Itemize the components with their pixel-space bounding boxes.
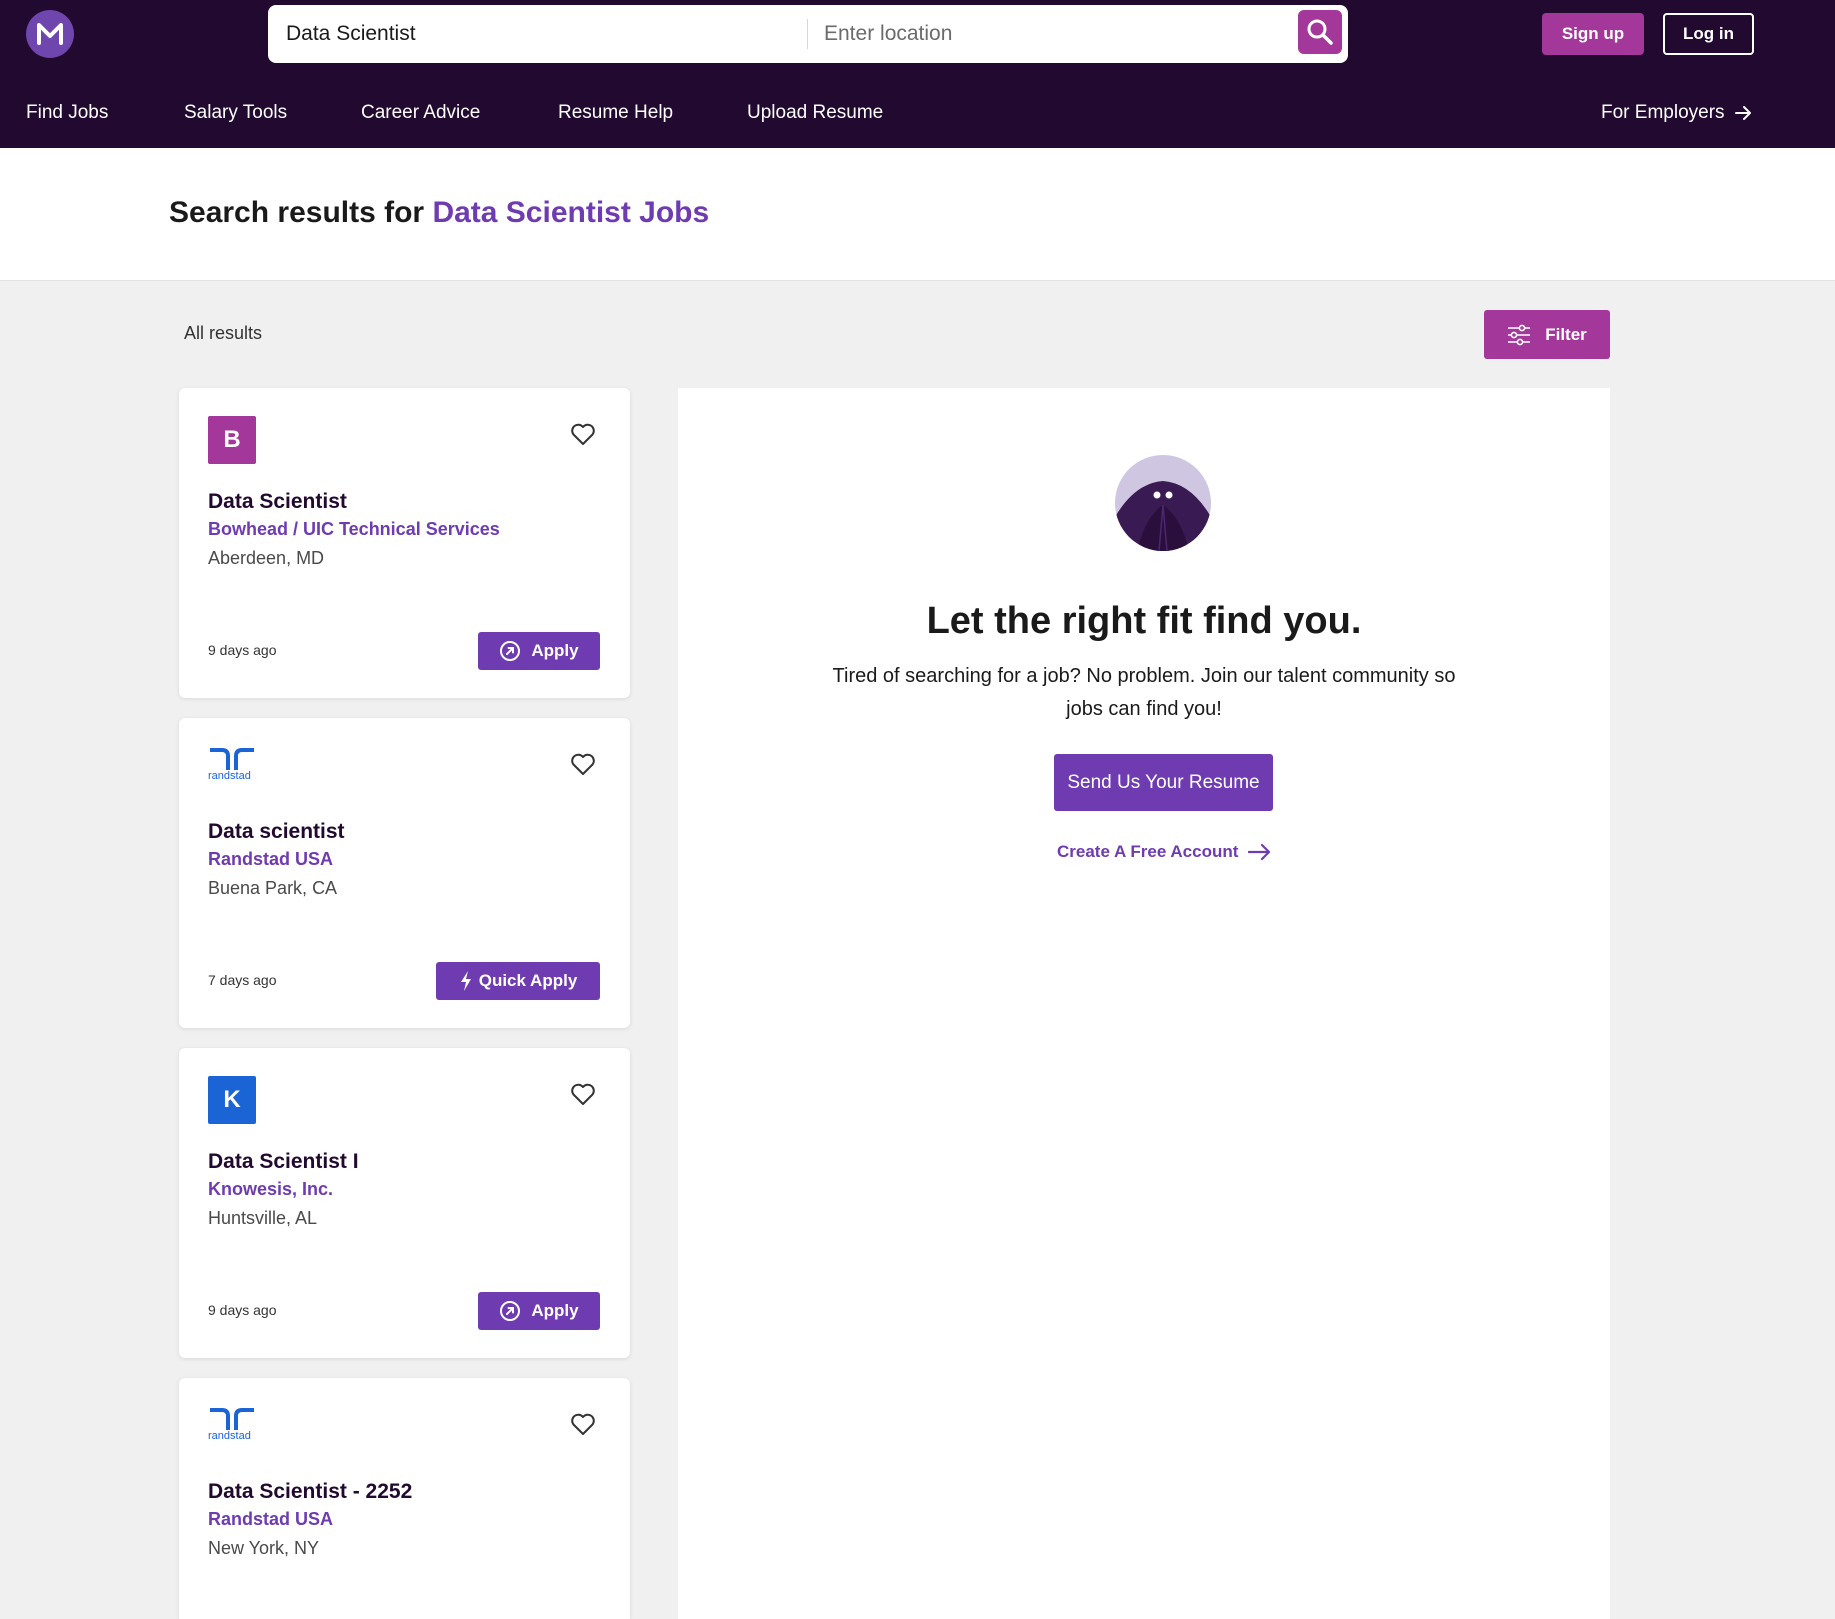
- heart-icon[interactable]: [569, 1080, 597, 1108]
- heart-icon[interactable]: [569, 420, 597, 448]
- job-title[interactable]: Data Scientist: [208, 490, 347, 514]
- search-bar: [268, 5, 1348, 63]
- randstad-logo-icon: [210, 748, 254, 770]
- nav-upload-resume[interactable]: Upload Resume: [747, 102, 883, 124]
- nav-for-employers[interactable]: For Employers: [1601, 102, 1753, 124]
- keyword-input[interactable]: [286, 15, 786, 53]
- create-account-label: Create A Free Account: [1057, 842, 1239, 861]
- apply-button[interactable]: Apply: [478, 632, 600, 670]
- search-divider: [807, 19, 808, 49]
- company-name[interactable]: Knowesis, Inc.: [208, 1179, 333, 1200]
- arrow-right-icon: [1248, 843, 1271, 861]
- randstad-logo-icon: [210, 1408, 254, 1430]
- nav-find-jobs[interactable]: Find Jobs: [26, 102, 108, 124]
- external-link-icon: [500, 1301, 521, 1321]
- heart-icon[interactable]: [569, 1410, 597, 1438]
- job-card[interactable]: randstad Data scientist Randstad USA Bue…: [179, 718, 630, 1028]
- site-header: Sign up Log in Find Jobs Salary Tools Ca…: [0, 0, 1835, 148]
- for-employers-label: For Employers: [1601, 102, 1725, 123]
- log-in-button[interactable]: Log in: [1663, 13, 1754, 55]
- nav-salary-tools[interactable]: Salary Tools: [184, 102, 287, 124]
- sign-up-button[interactable]: Sign up: [1542, 13, 1644, 55]
- quick-apply-button[interactable]: Quick Apply: [436, 962, 600, 1000]
- company-name[interactable]: Randstad USA: [208, 849, 333, 870]
- posted-date: 9 days ago: [208, 1302, 277, 1318]
- promo-heading: Let the right fit find you.: [926, 600, 1362, 642]
- mascot-icon: [1115, 455, 1211, 551]
- title-band: Search results for Data Scientist Jobs: [0, 148, 1835, 281]
- sliders-icon: [1508, 324, 1531, 345]
- job-location: Aberdeen, MD: [208, 548, 325, 568]
- job-title[interactable]: Data Scientist I: [208, 1150, 359, 1174]
- filter-button[interactable]: Filter: [1484, 310, 1610, 359]
- mascot-avatar: [1115, 455, 1211, 551]
- company-logo: B: [208, 416, 256, 464]
- search-icon: [1307, 19, 1333, 45]
- page-title: Search results for Data Scientist Jobs: [169, 196, 709, 230]
- randstad-wordmark: randstad: [208, 770, 251, 782]
- randstad-logo: randstad: [208, 746, 268, 794]
- nav-resume-help[interactable]: Resume Help: [558, 102, 673, 124]
- nav-career-advice[interactable]: Career Advice: [361, 102, 480, 124]
- search-button[interactable]: [1298, 10, 1342, 54]
- job-card[interactable]: K Data Scientist I Knowesis, Inc. Huntsv…: [179, 1048, 630, 1358]
- randstad-logo: randstad: [208, 1406, 268, 1454]
- company-logo: K: [208, 1076, 256, 1124]
- posted-date: 7 days ago: [208, 972, 277, 988]
- quick-apply-label: Quick Apply: [478, 971, 578, 990]
- randstad-wordmark: randstad: [208, 1430, 251, 1442]
- send-resume-button[interactable]: Send Us Your Resume: [1054, 754, 1273, 811]
- job-location: Buena Park, CA: [208, 878, 338, 898]
- create-account-link[interactable]: Create A Free Account: [1057, 842, 1272, 862]
- page-title-query: Data Scientist Jobs: [432, 196, 710, 229]
- job-title[interactable]: Data scientist: [208, 820, 345, 844]
- apply-button[interactable]: Apply: [478, 1292, 600, 1330]
- lightning-icon: [460, 971, 471, 991]
- filter-label: Filter: [1545, 324, 1587, 344]
- company-name[interactable]: Bowhead / UIC Technical Services: [208, 519, 500, 540]
- talent-community-panel: Let the right fit find you. Tired of sea…: [678, 388, 1610, 1619]
- location-input[interactable]: [824, 15, 1284, 53]
- monster-logo[interactable]: [26, 10, 74, 58]
- heart-icon[interactable]: [569, 750, 597, 778]
- job-location: Huntsville, AL: [208, 1208, 318, 1228]
- job-title[interactable]: Data Scientist - 2252: [208, 1480, 412, 1504]
- apply-label: Apply: [531, 1301, 579, 1320]
- apply-label: Apply: [531, 641, 579, 660]
- job-card[interactable]: B Data Scientist Bowhead / UIC Technical…: [179, 388, 630, 698]
- external-link-icon: [500, 641, 521, 661]
- arrow-right-icon: [1734, 106, 1751, 120]
- job-location: New York, NY: [208, 1538, 320, 1558]
- all-results-label: All results: [184, 323, 263, 343]
- company-name[interactable]: Randstad USA: [208, 1509, 333, 1530]
- posted-date: 9 days ago: [208, 642, 277, 658]
- page-title-prefix: Search results for: [169, 196, 433, 229]
- promo-text: Tired of searching for a job? No problem…: [832, 665, 1456, 720]
- job-card[interactable]: randstad Data Scientist - 2252 Randstad …: [179, 1378, 630, 1619]
- m-logo-icon: [37, 23, 63, 45]
